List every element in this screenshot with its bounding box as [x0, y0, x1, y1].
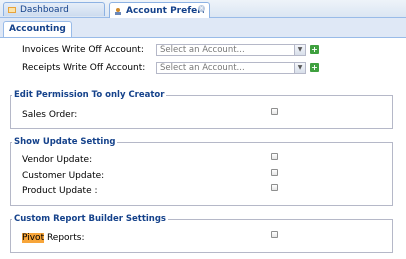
pivot-reports-checkbox[interactable] [271, 231, 278, 238]
tab-account-preferences-label: Account Preferences [126, 5, 204, 16]
tab-account-preferences[interactable]: Account Preferences × [109, 2, 210, 18]
subtab-accounting[interactable]: Accounting [3, 21, 72, 37]
add-invoices-account-button[interactable]: + [310, 45, 319, 54]
vendor-update-label: Vendor Update: [22, 155, 93, 165]
receipts-select-placeholder: Select an Account... [160, 63, 245, 73]
product-update-checkbox[interactable] [271, 184, 278, 191]
chevron-down-icon[interactable]: ▼ [294, 45, 305, 55]
chevron-down-icon[interactable]: ▼ [294, 63, 305, 73]
pivot-reports-label-rest: Reports: [44, 233, 85, 243]
customer-update-checkbox[interactable] [271, 169, 278, 176]
customer-update-label: Customer Update: [22, 171, 105, 181]
edit-permission-legend: Edit Permission To only Creator [12, 90, 167, 100]
invoices-write-off-label: Invoices Write Off Account: [22, 45, 144, 55]
tab-dashboard[interactable]: Dashboard [3, 2, 105, 16]
pivot-reports-label: Pivot Reports: [22, 233, 85, 243]
custom-report-legend: Custom Report Builder Settings [12, 214, 168, 224]
tab-dashboard-label: Dashboard [20, 4, 69, 15]
invoices-write-off-select[interactable]: Select an Account... ▼ [156, 44, 306, 56]
invoices-select-placeholder: Select an Account... [160, 45, 245, 55]
add-receipts-account-button[interactable]: + [310, 63, 319, 72]
sales-order-checkbox[interactable] [271, 108, 278, 115]
accounting-form: Invoices Write Off Account: Select an Ac… [0, 38, 406, 259]
dashboard-icon [8, 6, 16, 14]
receipts-write-off-label: Receipts Write Off Account: [22, 63, 146, 73]
close-tab-icon[interactable]: × [198, 5, 205, 12]
show-update-legend: Show Update Setting [12, 137, 118, 147]
product-update-label: Product Update : [22, 186, 98, 196]
main-tabstrip: Dashboard Account Preferences × [0, 0, 406, 18]
preferences-icon [114, 7, 122, 15]
sales-order-label: Sales Order: [22, 110, 78, 120]
subtab-strip: Accounting [0, 18, 406, 38]
pivot-highlight: Pivot [22, 233, 45, 243]
vendor-update-checkbox[interactable] [271, 153, 278, 160]
receipts-write-off-select[interactable]: Select an Account... ▼ [156, 62, 306, 74]
